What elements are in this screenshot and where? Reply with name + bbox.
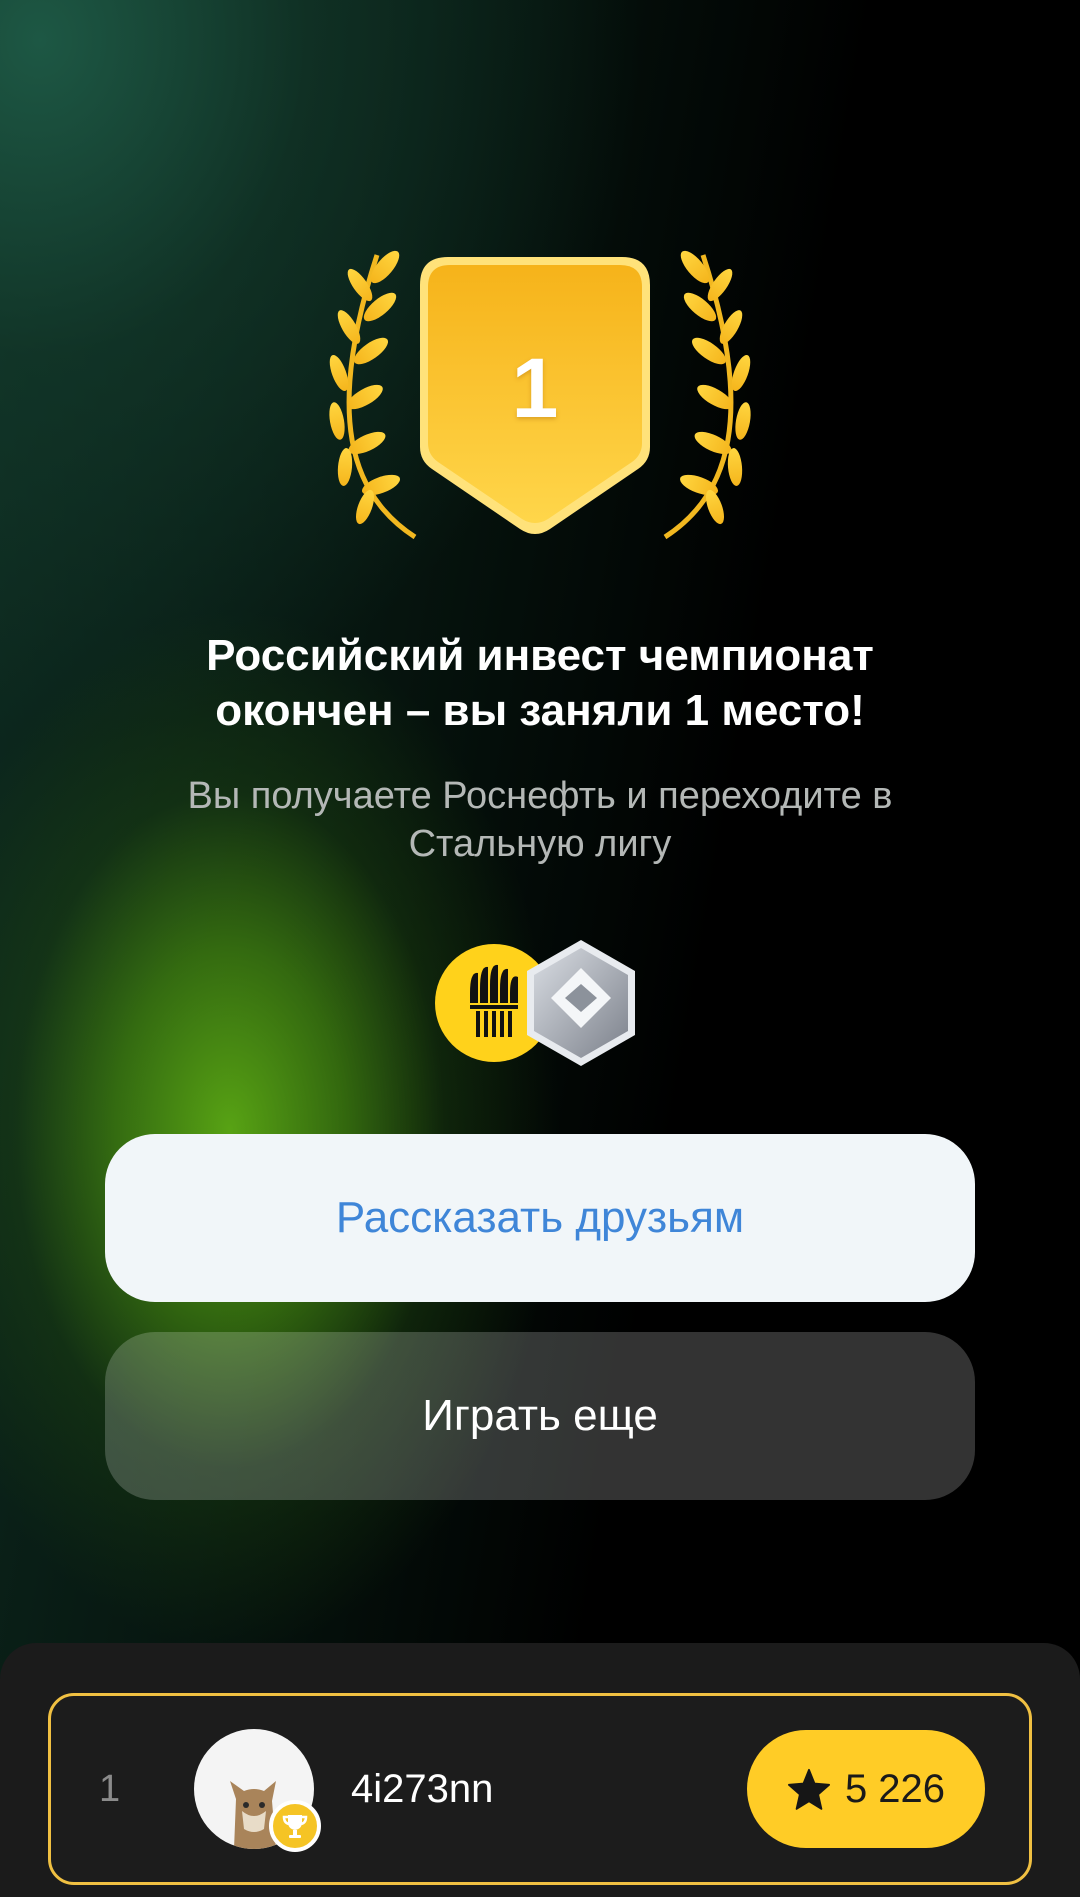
- player-username: 4i273nn: [351, 1767, 494, 1811]
- rank-emblem: 1: [305, 245, 775, 555]
- score-badge: 5 226: [747, 1730, 985, 1848]
- score-value: 5 226: [844, 1766, 946, 1811]
- play-again-button[interactable]: Играть еще: [105, 1332, 975, 1500]
- result-title: Российский инвест чемпионат окончен – вы…: [90, 628, 990, 738]
- laurel-right-icon: [663, 250, 751, 540]
- rewards-group: [433, 940, 643, 1066]
- steel-league-badge-icon: [527, 940, 635, 1066]
- result-title-line1: Российский инвест чемпионат: [206, 631, 874, 680]
- star-icon: [787, 1768, 830, 1810]
- result-subtitle-line1: Вы получаете Роснефть и переходите в: [187, 775, 893, 817]
- result-title-line2: окончен – вы заняли 1 место!: [215, 686, 865, 735]
- share-with-friends-button[interactable]: Рассказать друзьям: [105, 1134, 975, 1302]
- trophy-icon: [269, 1800, 321, 1852]
- laurel-left-icon: [329, 250, 417, 540]
- result-subtitle: Вы получаете Роснефть и переходите в Ста…: [90, 772, 990, 868]
- player-place: 1: [99, 1768, 121, 1810]
- rank-number: 1: [511, 341, 559, 435]
- leaderboard-row[interactable]: 1 4i273nn 5 226: [48, 1693, 1032, 1885]
- result-subtitle-line2: Стальную лигу: [408, 823, 672, 865]
